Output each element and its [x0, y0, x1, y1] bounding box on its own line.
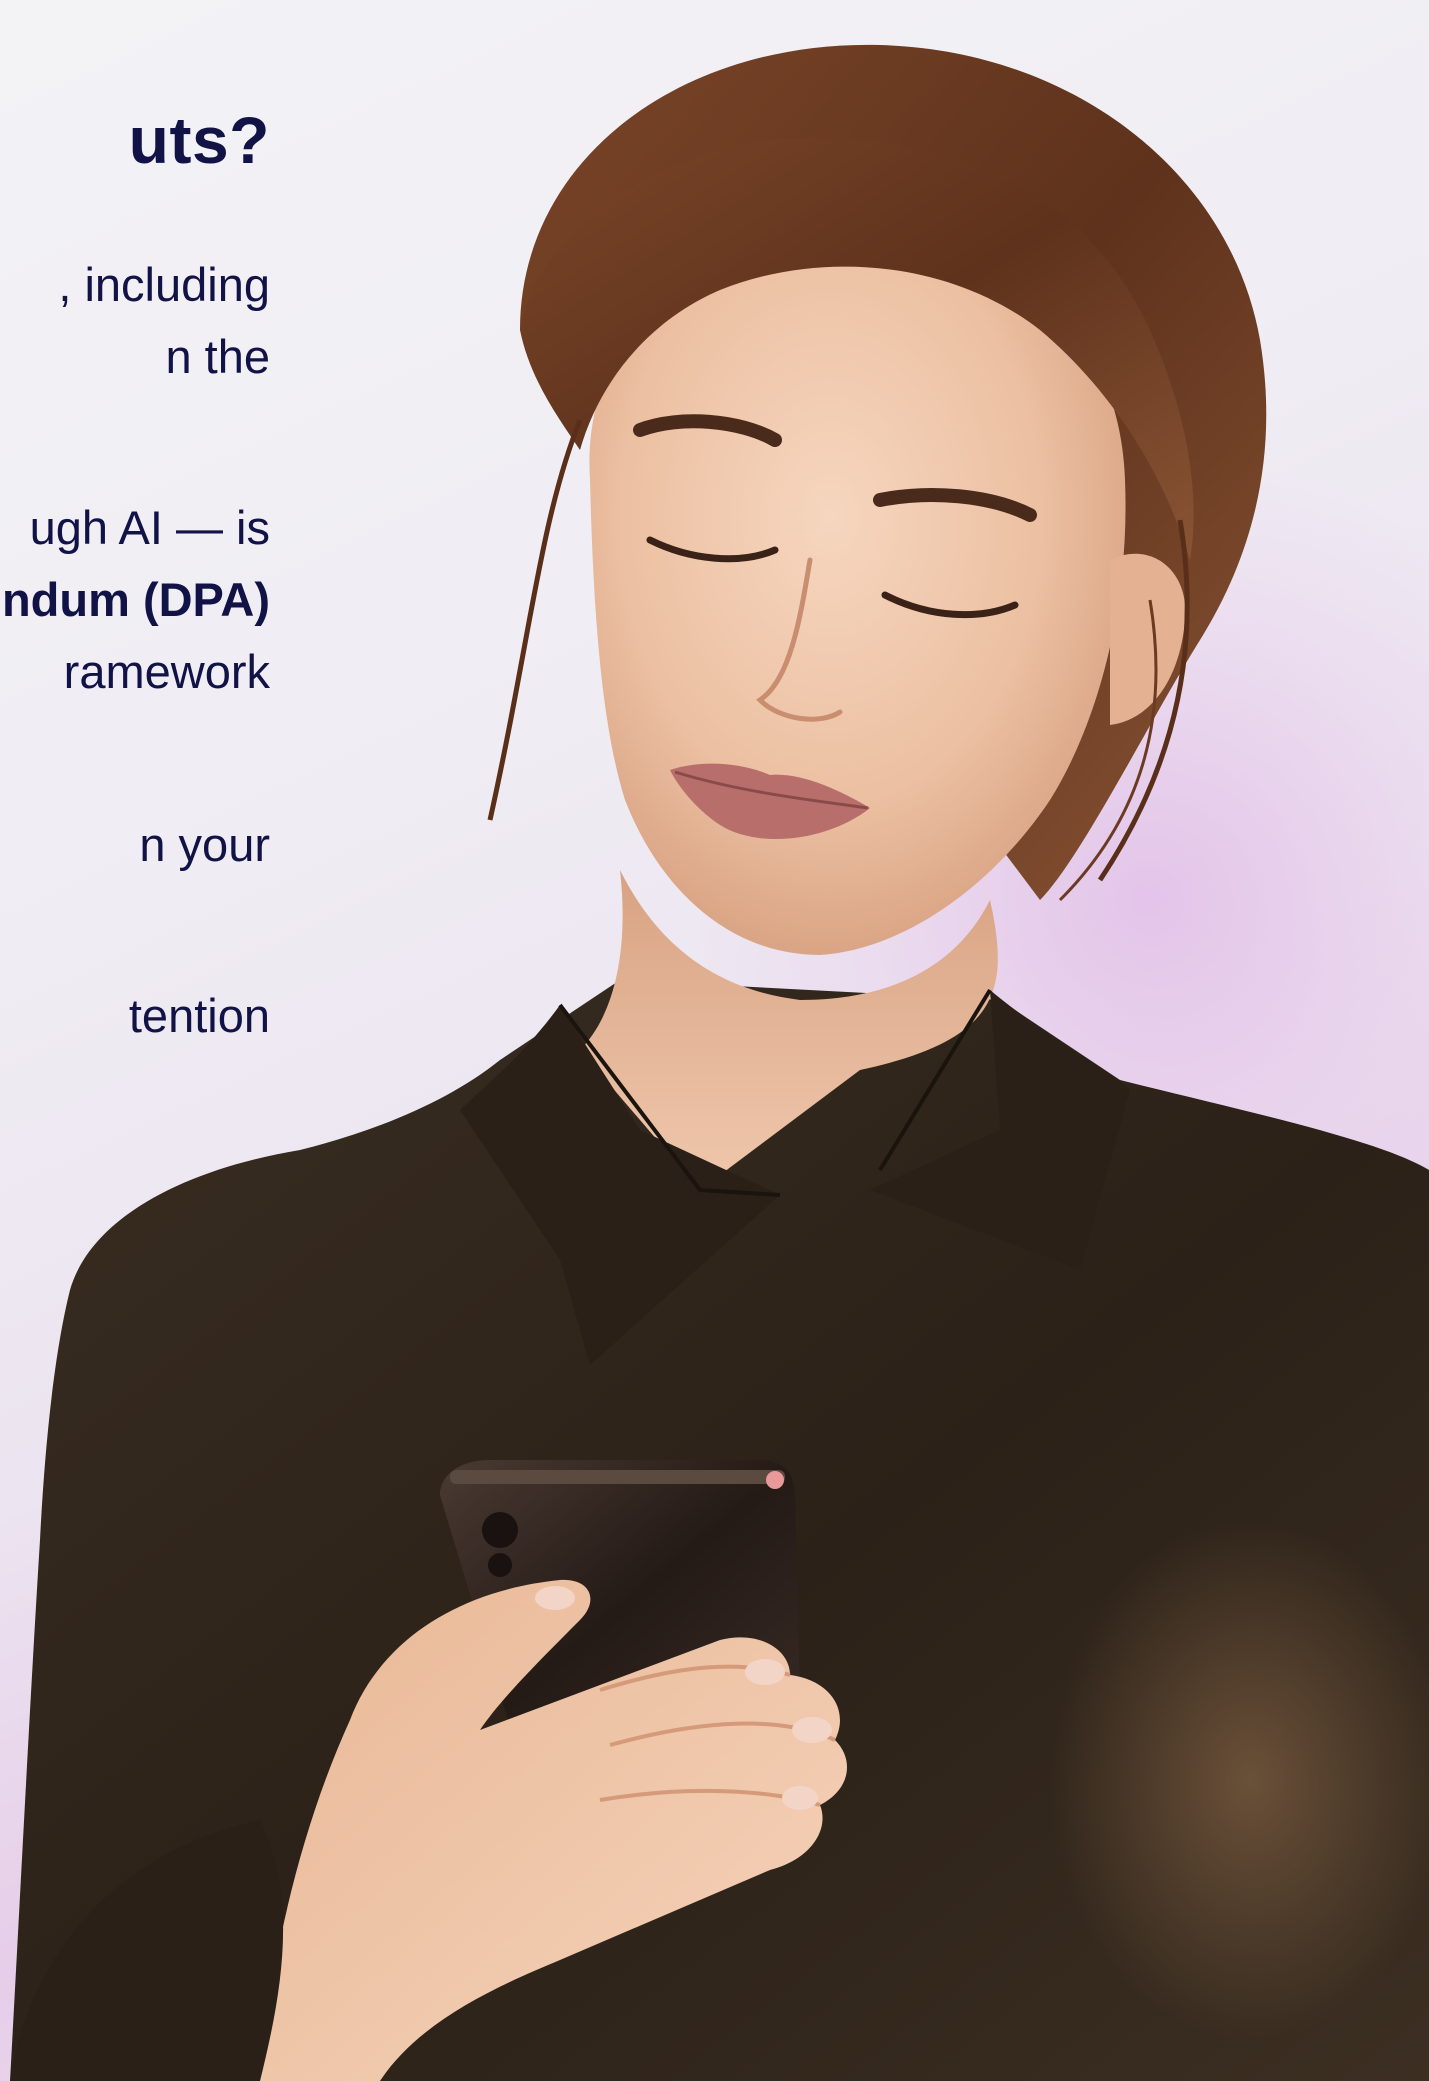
- paragraph-2-line-2: ndum (DPA): [2, 572, 270, 628]
- paragraph-4-line-1: tention: [128, 989, 270, 1042]
- section-heading: uts?: [128, 103, 270, 177]
- page: uts? , including n the ugh AI — is ndum …: [0, 0, 1429, 2081]
- dpa-bold-text: ndum (DPA): [1, 573, 270, 626]
- paragraph-1-line-2: n the: [165, 330, 270, 383]
- paragraph-1-line-1: , including: [58, 258, 270, 311]
- paragraph-2-line-1: ugh AI — is: [29, 501, 270, 554]
- paragraph-2-line-3: ramework: [63, 645, 270, 698]
- paragraph-3-line-1: n your: [139, 818, 270, 871]
